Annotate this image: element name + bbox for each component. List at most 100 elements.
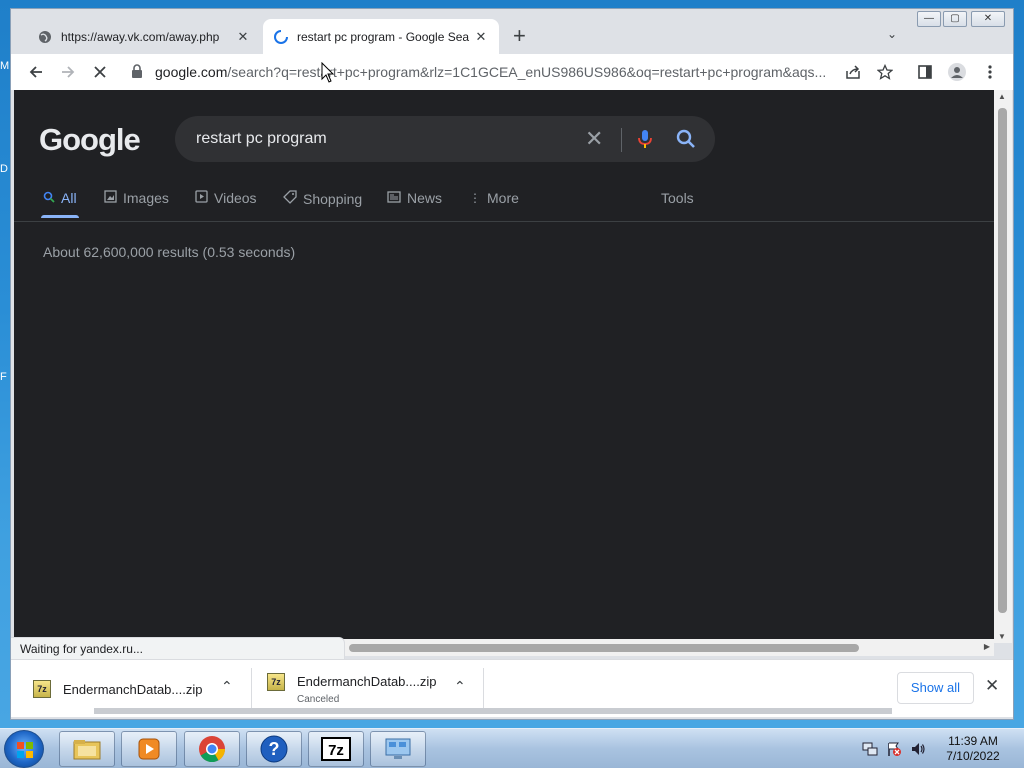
tab-vk-away[interactable]: https://away.vk.com/away.php ✕ <box>27 19 261 54</box>
clear-search-icon[interactable]: ✕ <box>585 126 603 152</box>
image-icon <box>104 190 117 206</box>
stop-loading-button[interactable] <box>87 59 113 85</box>
forward-arrow-icon <box>62 66 75 78</box>
globe-icon <box>37 29 53 45</box>
tab-search-chevron-icon[interactable]: ⌄ <box>887 27 897 41</box>
explorer-icon[interactable] <box>59 731 115 767</box>
share-icon <box>846 65 860 79</box>
close-download-shelf-icon[interactable]: ✕ <box>985 676 999 696</box>
system-clock[interactable]: 11:39 AM 7/10/2022 <box>930 734 1016 764</box>
tab-label: All <box>61 190 77 206</box>
scroll-down-icon[interactable]: ▼ <box>998 632 1006 641</box>
download-separator <box>483 668 484 710</box>
address-bar[interactable]: google.com/search?q=restart+pc+program&r… <box>123 58 929 86</box>
windows-logo-icon <box>17 742 33 758</box>
control-panel-icon[interactable] <box>370 731 426 767</box>
mouse-cursor-icon <box>321 62 335 83</box>
clock-time: 11:39 AM <box>948 734 998 748</box>
news-icon <box>387 190 401 206</box>
bookmark-button[interactable] <box>872 59 898 85</box>
show-all-button[interactable]: Show all <box>897 672 974 704</box>
profile-button[interactable] <box>944 59 970 85</box>
chrome-icon[interactable] <box>184 731 240 767</box>
tools-button[interactable]: Tools <box>661 190 694 206</box>
media-player-icon[interactable] <box>121 731 177 767</box>
tab-title: restart pc program - Google Sea <box>297 29 470 44</box>
tab-close-icon[interactable]: ✕ <box>235 29 251 45</box>
close-window-button[interactable]: ✕ <box>971 11 1005 27</box>
maximize-button[interactable]: ▢ <box>943 11 967 27</box>
tag-icon <box>283 190 297 207</box>
search-results-page: Google restart pc program ✕ All Images V… <box>14 90 994 639</box>
volume-icon[interactable] <box>910 741 926 760</box>
tab-strip: https://away.vk.com/away.php ✕ restart p… <box>11 9 1013 54</box>
download-info: EndermanchDatab....zip Canceled <box>297 674 436 705</box>
tab-google-search[interactable]: restart pc program - Google Sea ✕ <box>263 19 499 54</box>
forward-button[interactable] <box>55 59 81 85</box>
new-tab-button[interactable]: + <box>513 23 526 49</box>
chevron-up-icon[interactable]: ⌃ <box>454 678 466 695</box>
taskbar: ? 7z 11:39 AM 7/10/2022 <box>0 728 1024 768</box>
scroll-right-icon[interactable]: ▶ <box>984 642 990 651</box>
tab-news[interactable]: News <box>387 190 442 206</box>
tab-shopping[interactable]: Shopping <box>283 190 362 207</box>
tab-all[interactable]: All <box>41 190 79 218</box>
play-icon <box>195 190 208 206</box>
browser-window: https://away.vk.com/away.php ✕ restart p… <box>10 8 1014 720</box>
result-stats: About 62,600,000 results (0.53 seconds) <box>43 244 296 260</box>
minimize-button[interactable]: — <box>917 11 941 27</box>
more-vertical-icon: ⋮ <box>469 191 481 205</box>
scrollbar-thumb[interactable] <box>349 644 859 652</box>
browser-toolbar: google.com/search?q=restart+pc+program&r… <box>11 54 1013 90</box>
share-button[interactable] <box>840 59 866 85</box>
back-button[interactable] <box>23 59 49 85</box>
zip-file-icon: 7z <box>267 673 285 691</box>
tab-label: More <box>487 190 519 206</box>
zip-file-icon: 7z <box>33 680 51 698</box>
search-input[interactable]: restart pc program ✕ <box>175 116 715 162</box>
menu-button[interactable] <box>977 59 1003 85</box>
tab-label: Images <box>123 190 169 206</box>
lock-icon <box>131 63 151 81</box>
search-icon[interactable] <box>675 128 697 150</box>
status-bubble: Waiting for yandex.ru... <box>11 637 345 659</box>
search-divider <box>621 128 622 152</box>
scroll-up-icon[interactable]: ▲ <box>998 92 1006 101</box>
stop-icon <box>94 66 106 78</box>
svg-text:7z: 7z <box>328 742 344 759</box>
tab-label: Shopping <box>303 190 363 207</box>
tab-more[interactable]: ⋮ More <box>469 190 519 206</box>
clock-date: 7/10/2022 <box>946 749 1000 763</box>
more-vertical-icon <box>988 65 992 79</box>
side-panel-button[interactable] <box>912 59 938 85</box>
svg-text:?: ? <box>269 739 280 759</box>
start-button[interactable] <box>4 730 44 768</box>
scrollbar-thumb[interactable] <box>998 108 1007 613</box>
network-icon[interactable] <box>862 741 878 760</box>
google-logo[interactable]: Google <box>39 122 141 158</box>
help-icon[interactable]: ? <box>246 731 302 767</box>
loading-spinner-icon <box>273 29 289 45</box>
desktop-icon-label-fragment: D <box>0 163 8 175</box>
tab-images[interactable]: Images <box>104 190 169 206</box>
search-nav-tabs: All Images Videos Shopping News ⋮ More T… <box>14 186 994 222</box>
window-bottom-strip <box>94 708 892 714</box>
download-filename: EndermanchDatab....zip <box>297 673 437 689</box>
vertical-scrollbar[interactable]: ▲ ▼ <box>994 90 1012 643</box>
chevron-up-icon[interactable]: ⌃ <box>221 678 233 695</box>
microphone-icon[interactable] <box>635 128 655 150</box>
tab-videos[interactable]: Videos <box>195 190 257 206</box>
search-query[interactable]: restart pc program <box>196 130 327 148</box>
download-status: Canceled <box>297 693 340 705</box>
search-icon <box>43 191 55 206</box>
system-tray <box>862 741 926 760</box>
desktop-icon-label-fragment: F <box>0 371 7 383</box>
action-center-icon[interactable] <box>886 741 902 760</box>
back-arrow-icon <box>29 66 42 78</box>
desktop-icon-label-fragment: M <box>0 60 10 72</box>
side-panel-icon <box>918 65 932 79</box>
tab-close-icon[interactable]: ✕ <box>473 29 489 45</box>
7zip-icon[interactable]: 7z <box>308 731 364 767</box>
tab-title: https://away.vk.com/away.php <box>61 29 220 44</box>
avatar-icon <box>948 63 966 81</box>
